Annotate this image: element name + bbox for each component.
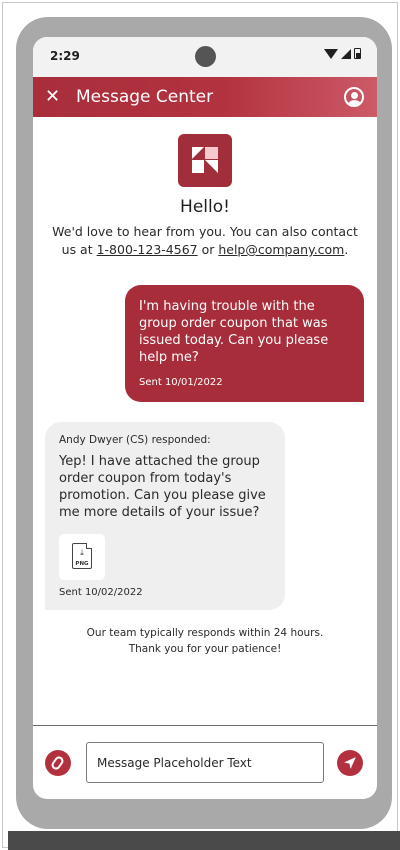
phone-link[interactable]: 1-800-123-4567 <box>97 242 198 257</box>
file-type-label: PNG <box>75 561 89 567</box>
logo-mark <box>192 147 218 173</box>
phone-screen: 2:29 ✕ Message Center Hello! We'd love t… <box>33 37 377 799</box>
user-message-text: I'm having trouble with the group order … <box>139 299 329 365</box>
logo-shape <box>192 160 204 173</box>
profile-head <box>351 92 358 99</box>
logo-shape <box>205 160 218 173</box>
attach-button[interactable] <box>45 750 71 776</box>
profile-icon[interactable] <box>344 87 364 107</box>
intro-text: We'd love to hear from you. You can also… <box>44 223 366 259</box>
agent-message-text: Yep! I have attached the group order cou… <box>59 454 266 520</box>
signal-icon <box>341 48 351 59</box>
status-icons <box>324 48 361 59</box>
status-bar: 2:29 <box>33 37 377 77</box>
send-icon <box>344 757 356 769</box>
agent-message-bubble: Andy Dwyer (CS) responded: Yep! I have a… <box>45 422 285 610</box>
battery-icon <box>354 48 361 59</box>
message-input[interactable] <box>86 742 324 783</box>
wifi-icon <box>324 48 338 59</box>
intro-middle: or <box>197 242 219 257</box>
bottom-system-bar <box>8 831 400 850</box>
page-title: Message Center <box>76 87 214 107</box>
attachment-thumbnail[interactable]: ⤓ PNG <box>59 534 105 580</box>
paperclip-icon <box>49 754 66 772</box>
user-message-timestamp: Sent 10/01/2022 <box>139 377 223 388</box>
download-arrow-icon: ⤓ <box>80 548 84 557</box>
response-note-line: Our team typically responds within 24 ho… <box>86 627 324 639</box>
logo-shape <box>192 147 204 159</box>
app-header: ✕ Message Center <box>33 77 377 117</box>
email-link[interactable]: help@company.com <box>218 242 344 257</box>
company-logo <box>178 134 232 187</box>
close-icon[interactable]: ✕ <box>45 86 60 108</box>
compose-divider <box>33 725 377 726</box>
user-message-bubble: I'm having trouble with the group order … <box>125 285 364 402</box>
intro-suffix: . <box>344 242 349 257</box>
agent-responder-label: Andy Dwyer (CS) responded: <box>59 434 211 446</box>
send-button[interactable] <box>337 750 363 776</box>
status-time: 2:29 <box>50 49 80 63</box>
greeting-heading: Hello! <box>180 197 230 217</box>
response-note-line: Thank you for your patience! <box>128 643 282 655</box>
agent-message-timestamp: Sent 10/02/2022 <box>59 587 143 598</box>
response-time-note: Our team typically responds within 24 ho… <box>33 625 377 657</box>
logo-shape <box>205 147 218 159</box>
camera-cutout <box>195 46 216 67</box>
profile-body <box>348 100 361 105</box>
